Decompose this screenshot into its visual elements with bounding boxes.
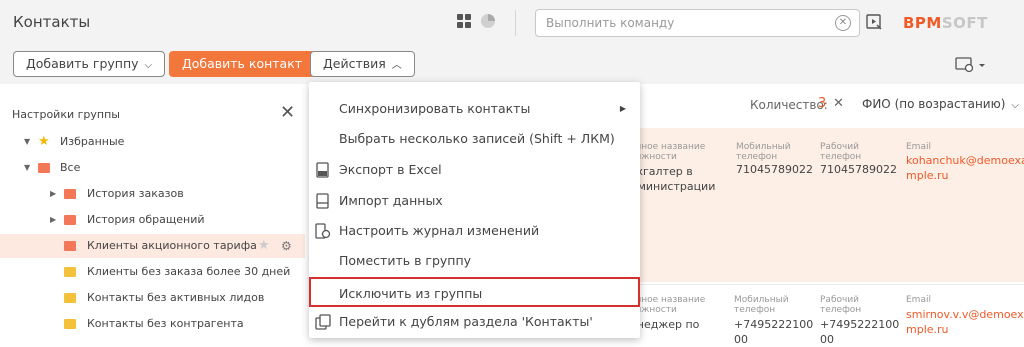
tree-item-all[interactable]: ▼ Все <box>0 156 305 180</box>
import-icon <box>316 193 329 209</box>
duplicates-icon <box>315 314 331 330</box>
caret-right-icon: ▶ <box>619 104 626 113</box>
menu-item-sync-contacts[interactable]: Синхронизировать контакты ▶ <box>309 94 640 124</box>
menu-item-add-to-group[interactable]: Поместить в группу <box>309 246 640 276</box>
page-title: Контакты <box>13 13 91 31</box>
count-value: 3 <box>818 96 827 111</box>
menu-item-remove-from-group[interactable]: Исключить из группы <box>309 277 640 307</box>
caret-down-icon[interactable]: ▼ <box>24 130 30 154</box>
tree-item-promo-clients[interactable]: Клиенты акционного тарифа ★ ⚙ <box>0 234 305 258</box>
dynamic-folder-icon <box>64 319 76 329</box>
change-log-icon <box>315 223 331 239</box>
close-icon[interactable]: ✕ <box>280 102 295 123</box>
folder-icon <box>64 215 76 225</box>
tree-item-no-leads[interactable]: Контакты без активных лидов <box>0 286 305 310</box>
close-icon[interactable]: ✕ <box>833 96 844 111</box>
folder-icon <box>64 189 76 199</box>
add-contact-button[interactable]: Добавить контакт <box>169 51 316 77</box>
menu-item-export-excel[interactable]: Экспорт в Excel <box>309 155 640 185</box>
clear-icon[interactable]: ✕ <box>835 15 851 31</box>
command-placeholder: Выполнить команду <box>546 16 675 30</box>
excel-export-icon <box>316 162 329 178</box>
caret-down-icon[interactable]: ▼ <box>24 156 30 180</box>
grid-view-icon[interactable] <box>457 14 471 28</box>
view-settings-icon[interactable] <box>955 56 985 74</box>
add-group-button[interactable]: Добавить группу ⌵ <box>13 51 166 77</box>
caret-right-icon[interactable]: ▶ <box>50 208 56 232</box>
view-switcher <box>457 14 495 28</box>
list-item[interactable]: олное название олжности Мобильный телефо… <box>630 128 1024 282</box>
chevron-down-icon: ⌵ <box>144 60 153 71</box>
analytics-view-icon[interactable] <box>481 14 495 28</box>
actions-button[interactable]: Действия ︿ <box>310 51 415 77</box>
logo: BPMSOFT <box>903 14 988 32</box>
tree-item-case-history[interactable]: ▶ История обращений <box>0 208 305 232</box>
menu-item-go-to-duplicates[interactable]: Перейти к дублям раздела 'Контакты' <box>309 307 640 337</box>
star-icon: ★ <box>38 134 50 149</box>
chevron-up-icon: ︿ <box>391 60 402 71</box>
tree-item-order-history[interactable]: ▶ История заказов <box>0 182 305 206</box>
sort-dropdown[interactable]: ФИО (по возрастанию) ⌵ <box>862 97 1019 111</box>
tree-item-no-order-30[interactable]: Клиенты без заказа более 30 дней <box>0 260 305 284</box>
folder-icon <box>38 163 50 173</box>
tree-item-favorites[interactable]: ▼ ★ Избранные <box>0 130 305 154</box>
menu-item-import-data[interactable]: Импорт данных <box>309 186 640 216</box>
folder-icon <box>64 241 76 251</box>
star-icon[interactable]: ★ <box>258 234 270 258</box>
command-input[interactable]: Выполнить команду ✕ <box>535 9 860 37</box>
chevron-down-icon: ⌵ <box>1011 100 1019 111</box>
list-item[interactable]: олное название олжности Мобильный телефо… <box>630 284 1024 346</box>
menu-item-select-multiple[interactable]: Выбрать несколько записей (Shift + ЛКМ) <box>309 124 640 154</box>
email-link[interactable]: kohanchuk@demoexa mple.ru <box>906 153 1024 183</box>
dynamic-folder-icon <box>64 293 76 303</box>
gear-icon[interactable]: ⚙ <box>281 234 292 258</box>
divider <box>515 10 516 36</box>
panel-title: Настройки группы <box>12 108 120 121</box>
dynamic-folder-icon <box>64 267 76 277</box>
tree-item-no-account[interactable]: Контакты без контрагента <box>0 312 305 336</box>
actions-menu: Синхронизировать контакты ▶ Выбрать неск… <box>309 82 640 338</box>
caret-right-icon[interactable]: ▶ <box>50 182 56 206</box>
email-link[interactable]: smirnov.v.v@demoexa mple.ru <box>906 307 1024 337</box>
menu-item-change-log[interactable]: Настроить журнал изменений <box>309 216 640 246</box>
count-label: Количество: <box>750 98 828 112</box>
group-settings-panel: Настройки группы ✕ ▼ ★ Избранные ▼ Все ▶… <box>0 94 305 338</box>
play-icon[interactable] <box>866 14 882 30</box>
